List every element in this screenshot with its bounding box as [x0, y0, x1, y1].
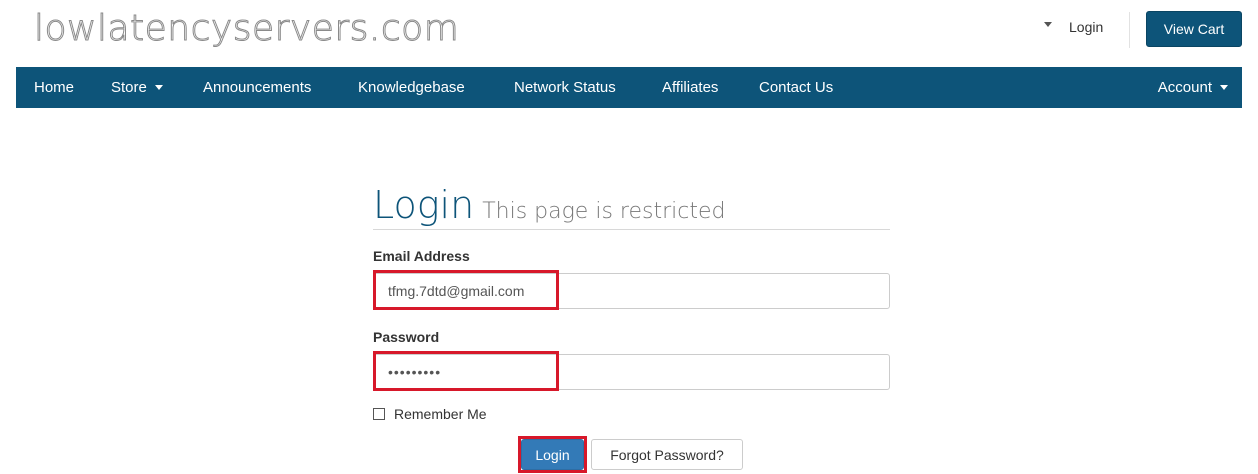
nav-item-label: Contact Us [759, 79, 834, 96]
password-label: Password [373, 329, 440, 345]
header-login-link[interactable]: Login [1069, 19, 1103, 35]
nav-item-affiliates[interactable]: Affiliates [662, 67, 718, 108]
nav-item-label: Announcements [203, 79, 312, 96]
main-navbar: Home Store Announcements Knowledgebase N… [16, 67, 1242, 108]
nav-item-account[interactable]: Account [1158, 67, 1228, 108]
nav-item-label: Store [111, 79, 147, 96]
page-title: Login This page is restricted [373, 183, 725, 227]
nav-item-label: Home [34, 79, 75, 96]
view-cart-button[interactable]: View Cart [1146, 11, 1242, 47]
login-title: Login [373, 183, 475, 227]
caret-down-icon[interactable] [1044, 22, 1052, 27]
remember-me-label: Remember Me [394, 406, 487, 422]
nav-item-network-status[interactable]: Network Status [514, 67, 616, 108]
caret-down-icon [1220, 85, 1228, 90]
nav-item-label: Account [1157, 79, 1212, 96]
password-input[interactable] [373, 354, 890, 390]
nav-item-label: Network Status [514, 79, 616, 96]
login-button[interactable]: Login [521, 439, 584, 470]
remember-me[interactable]: Remember Me [373, 406, 487, 422]
nav-item-label: Affiliates [662, 79, 719, 96]
site-logo[interactable]: lowlatencyservers.com [33, 8, 459, 50]
nav-item-knowledgebase[interactable]: Knowledgebase [358, 67, 465, 108]
nav-item-store[interactable]: Store [111, 67, 163, 108]
header-divider [1129, 12, 1130, 48]
caret-down-icon [154, 85, 163, 90]
nav-item-announcements[interactable]: Announcements [203, 67, 311, 108]
title-divider [373, 229, 890, 230]
nav-item-contact-us[interactable]: Contact Us [759, 67, 833, 108]
nav-item-home[interactable]: Home [34, 67, 74, 108]
email-input[interactable] [373, 273, 890, 309]
nav-item-label: Knowledgebase [358, 79, 465, 96]
login-subtitle: This page is restricted [482, 199, 726, 224]
remember-me-checkbox[interactable] [373, 408, 385, 420]
forgot-password-button[interactable]: Forgot Password? [591, 439, 743, 470]
email-label: Email Address [373, 248, 470, 264]
